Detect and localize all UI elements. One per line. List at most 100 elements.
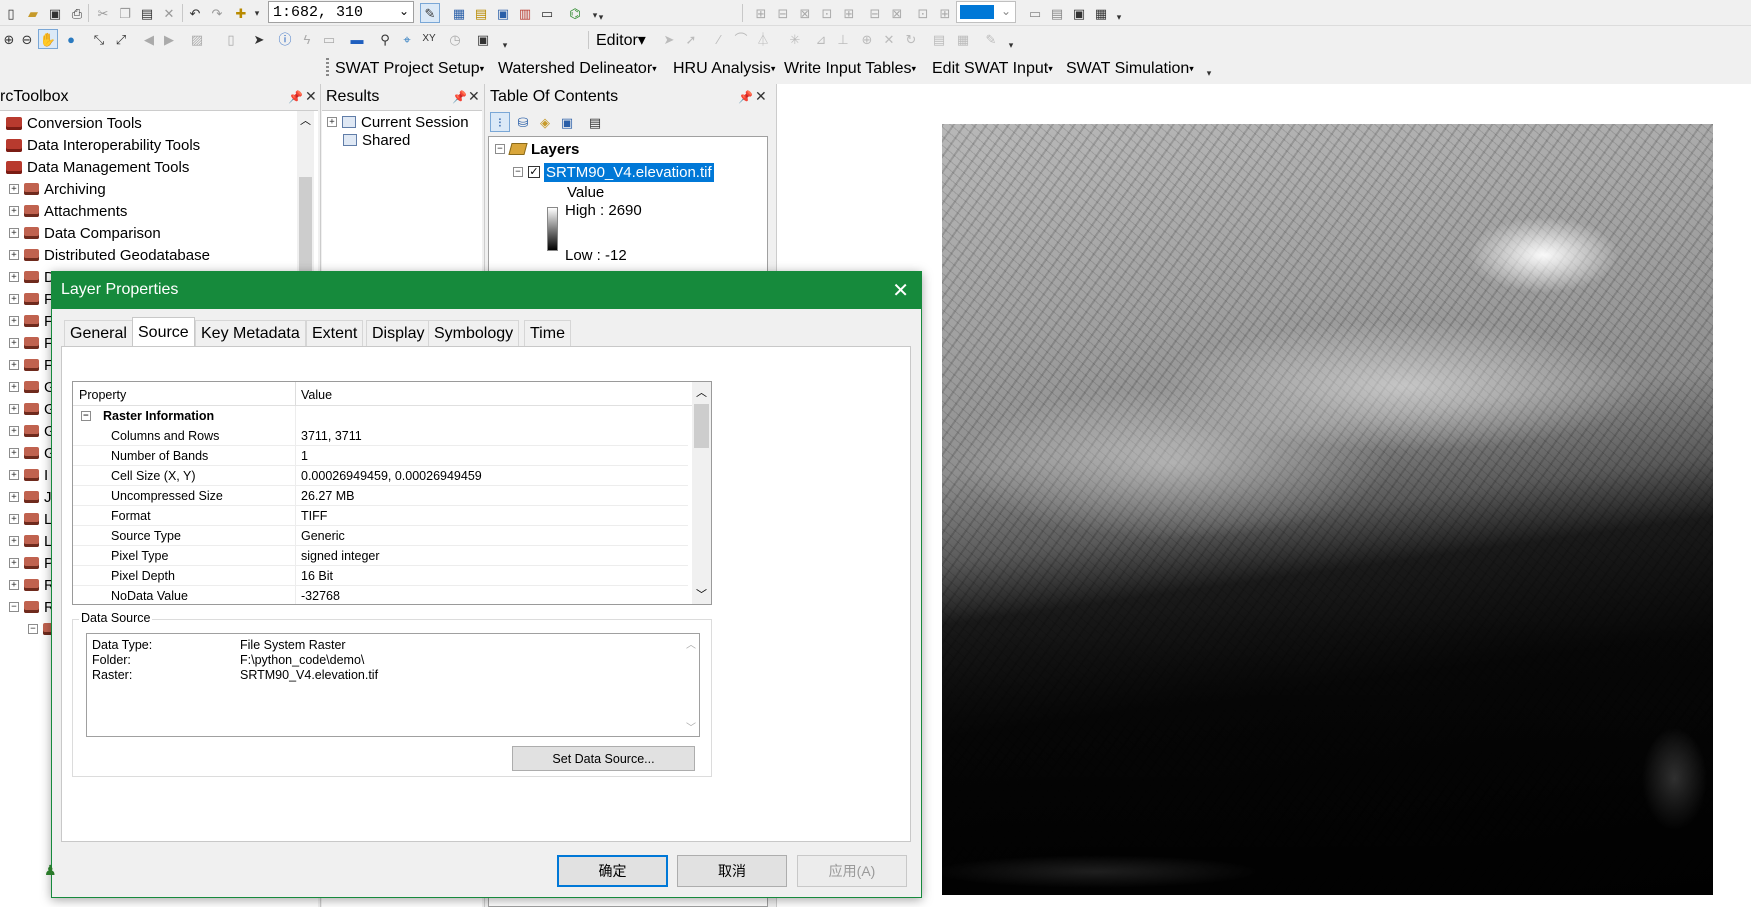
cancel-button[interactable]: 取消 <box>677 855 787 887</box>
toolset-item[interactable]: + Data Comparison <box>9 222 161 244</box>
apply-button[interactable]: 应用(A) <box>797 855 907 887</box>
point-icon[interactable]: ✳ <box>786 30 804 48</box>
col-property-header[interactable]: Property <box>79 388 126 402</box>
expand-icon[interactable]: + <box>9 514 19 524</box>
toolset-item[interactable]: − R <box>9 596 55 618</box>
grid-row[interactable]: Pixel Type signed integer <box>73 546 688 566</box>
toolset-item[interactable]: + R <box>9 574 55 596</box>
back-icon[interactable]: ◀ <box>140 30 158 48</box>
grid-row[interactable]: Format TIFF <box>73 506 688 526</box>
save-icon[interactable]: ▣ <box>46 4 64 22</box>
forward-icon[interactable]: ▶ <box>160 30 178 48</box>
scroll-down-icon[interactable]: ﹀ <box>686 719 696 734</box>
trace-icon[interactable]: ⏃ <box>754 30 772 48</box>
globe-icon[interactable]: ● <box>62 30 80 48</box>
edit-annotation-icon[interactable]: ➚ <box>682 30 700 48</box>
topology-tool-icon[interactable]: ⊡ <box>818 4 836 22</box>
delete-icon[interactable]: ✕ <box>160 4 178 22</box>
toolset-item[interactable]: + Archiving <box>9 178 106 200</box>
topology-tool-icon[interactable]: ⊡ <box>914 4 932 22</box>
expand-icon[interactable]: + <box>9 272 19 282</box>
scroll-thumb[interactable] <box>299 177 312 271</box>
grid-row[interactable]: Uncompressed Size 26.27 MB <box>73 486 688 506</box>
expand-icon[interactable]: + <box>327 117 337 127</box>
close-icon[interactable]: ✕ <box>755 88 767 105</box>
pan-icon[interactable]: ✋ <box>38 29 58 49</box>
dialog-titlebar[interactable]: Layer Properties ✕ <box>52 272 921 309</box>
print-icon[interactable]: ⎙ <box>68 4 86 22</box>
topology-tool-icon[interactable]: ⊠ <box>796 4 814 22</box>
topology-tool-icon[interactable]: ⊞ <box>936 4 954 22</box>
topology-tool-icon[interactable]: ⊠ <box>888 4 906 22</box>
menu-hru-analysis[interactable]: HRU Analysis▾ <box>673 60 775 78</box>
table-icon[interactable]: ▦ <box>450 4 468 22</box>
zoom-out-icon[interactable]: ⊖ <box>18 30 36 48</box>
toolset-item[interactable]: + Attachments <box>9 200 127 222</box>
undo-icon[interactable]: ↶ <box>186 4 204 22</box>
expand-icon[interactable]: + <box>9 382 19 392</box>
expand-icon[interactable]: + <box>9 316 19 326</box>
toolset-item[interactable]: + F <box>9 332 53 354</box>
grid-row[interactable]: Source Type Generic <box>73 526 688 546</box>
map-view[interactable] <box>776 84 1751 907</box>
layout-tool-icon[interactable]: ▤ <box>1048 4 1066 22</box>
results-item[interactable]: Shared <box>343 129 410 151</box>
reshape-icon[interactable]: ⊥ <box>834 30 852 48</box>
rotate-icon[interactable]: ↻ <box>902 30 920 48</box>
create-viewer-icon[interactable]: ▣ <box>474 30 492 48</box>
tab-symbology[interactable]: Symbology <box>428 320 520 346</box>
expand-icon[interactable]: + <box>9 250 19 260</box>
toolset-item[interactable]: + G <box>9 420 56 442</box>
data-source-box[interactable]: Data Type: File System Raster Folder: F:\p… <box>86 633 700 737</box>
chevron-down-icon[interactable]: ⌄ <box>1001 4 1011 18</box>
grid-row[interactable]: Number of Bands 1 <box>73 446 688 466</box>
tab-general[interactable]: General <box>64 320 133 346</box>
expand-icon[interactable]: + <box>9 470 19 480</box>
editor-menu[interactable]: Editor▾ <box>596 30 646 50</box>
set-data-source-button[interactable]: Set Data Source... <box>512 746 695 771</box>
toolset-item[interactable]: + L <box>9 508 52 530</box>
paste-icon[interactable]: ▤ <box>138 4 156 22</box>
collapse-icon[interactable]: − <box>28 624 38 634</box>
toolset-item[interactable]: + I <box>9 464 48 486</box>
toolbar-overflow-icon[interactable]: ▾ <box>592 8 610 26</box>
toolset-item[interactable]: + G <box>9 442 56 464</box>
ok-button[interactable]: 确定 <box>557 855 668 887</box>
html-popup-icon[interactable]: ▭ <box>320 30 338 48</box>
grid-scrollbar[interactable]: ︿ ﹀ <box>692 382 711 604</box>
toolbox-item[interactable]: Conversion Tools <box>6 112 142 134</box>
toolset-item[interactable]: + F <box>9 310 53 332</box>
toolset-item[interactable]: + D <box>9 266 55 288</box>
expand-icon[interactable]: + <box>9 426 19 436</box>
collapse-icon[interactable]: − <box>81 411 91 421</box>
find-icon[interactable]: ⚲ <box>376 30 394 48</box>
toolset-item[interactable]: + G <box>9 376 56 398</box>
redo-icon[interactable]: ↷ <box>208 4 226 22</box>
toolbar-grip[interactable] <box>326 58 329 76</box>
create-features-icon[interactable]: ✎ <box>982 30 1000 48</box>
end-point-arc-icon[interactable]: ⌒ <box>732 30 750 48</box>
scroll-thumb[interactable] <box>694 404 709 448</box>
grid-row[interactable]: NoData Value -32768 <box>73 586 688 604</box>
list-by-selection-icon[interactable]: ▣ <box>558 113 576 131</box>
col-value-header[interactable]: Value <box>301 388 332 402</box>
fixed-zoom-out-icon[interactable]: ⤢ <box>112 30 130 48</box>
identify-icon[interactable]: ⓘ <box>276 30 294 48</box>
topology-tool-icon[interactable]: ⊞ <box>840 4 858 22</box>
grid-row[interactable]: Cell Size (X, Y) 0.00026949459, 0.0002694… <box>73 466 688 486</box>
chevron-down-icon[interactable]: ▾ <box>248 4 266 22</box>
topology-tool-icon[interactable]: ⊟ <box>774 4 792 22</box>
expand-icon[interactable]: + <box>9 580 19 590</box>
toolbox-icon[interactable]: ▥ <box>516 4 534 22</box>
pin-icon[interactable]: 📌 <box>452 90 467 104</box>
editor-toolbar-icon[interactable]: ✎ <box>420 3 440 23</box>
list-by-drawing-order-icon[interactable]: ⁝ <box>490 112 510 132</box>
expand-icon[interactable]: + <box>9 184 19 194</box>
scroll-up-icon[interactable]: ︿ <box>696 384 707 400</box>
python-window-icon[interactable]: ▭ <box>538 4 556 22</box>
pin-icon[interactable]: 📌 <box>288 90 303 104</box>
tab-key-metadata[interactable]: Key Metadata <box>195 320 306 346</box>
expand-icon[interactable]: + <box>9 404 19 414</box>
toolbar-overflow-icon[interactable]: ▾ <box>1002 36 1020 54</box>
toolset-item[interactable]: + J <box>9 486 52 508</box>
